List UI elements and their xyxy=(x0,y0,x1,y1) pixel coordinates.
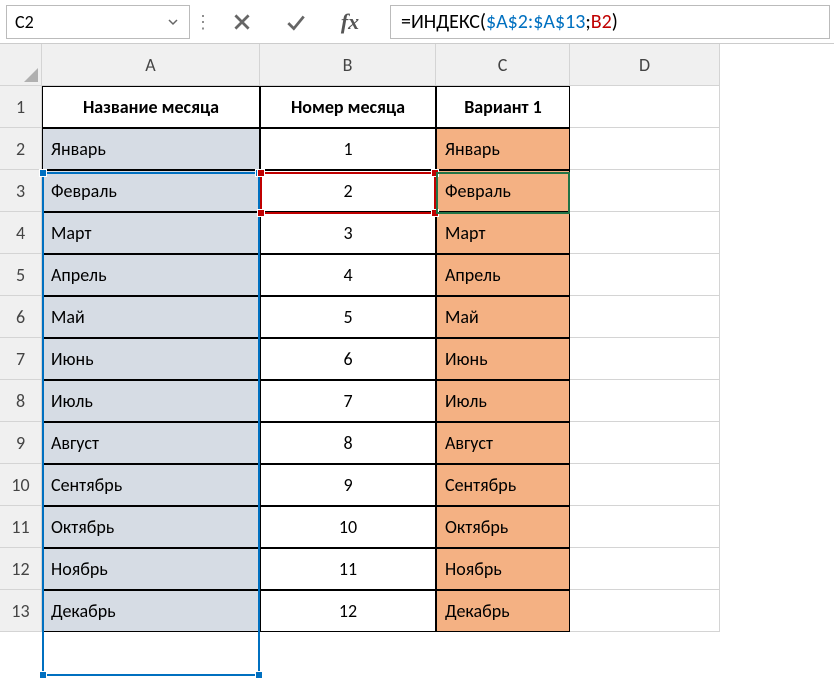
worksheet-wrapper: A B C D 1 Название месяца Номер месяца В… xyxy=(0,44,834,632)
row-header[interactable]: 1 xyxy=(0,86,42,128)
formula-bar: C2 ⋮ fx =ИНДЕКС($A$2:$A$13;B2) xyxy=(0,0,834,44)
cell-c3[interactable]: Февраль xyxy=(436,170,570,212)
cell-c5[interactable]: Апрель xyxy=(436,254,570,296)
col-header-b[interactable]: B xyxy=(260,44,436,86)
cell-d13[interactable] xyxy=(570,590,720,632)
row-header[interactable]: 8 xyxy=(0,380,42,422)
col-header-d[interactable]: D xyxy=(570,44,720,86)
cell-a5[interactable]: Апрель xyxy=(42,254,260,296)
cell-c12[interactable]: Ноябрь xyxy=(436,548,570,590)
cell-b9[interactable]: 8 xyxy=(260,422,436,464)
cell-a4[interactable]: Март xyxy=(42,212,260,254)
row-header[interactable]: 12 xyxy=(0,548,42,590)
worksheet-grid[interactable]: A B C D 1 Название месяца Номер месяца В… xyxy=(0,44,834,632)
cell-b12[interactable]: 11 xyxy=(260,548,436,590)
cell-d5[interactable] xyxy=(570,254,720,296)
formula-bar-buttons: fx xyxy=(220,8,372,36)
formula-text-prefix: =ИНДЕКС( xyxy=(401,10,486,34)
row-header[interactable]: 6 xyxy=(0,296,42,338)
cell-d6[interactable] xyxy=(570,296,720,338)
cell-a6[interactable]: Май xyxy=(42,296,260,338)
row-header[interactable]: 3 xyxy=(0,170,42,212)
row-header[interactable]: 4 xyxy=(0,212,42,254)
cell-c6[interactable]: Май xyxy=(436,296,570,338)
cell-b6[interactable]: 5 xyxy=(260,296,436,338)
cancel-icon[interactable] xyxy=(228,8,256,36)
fx-icon[interactable]: fx xyxy=(336,8,364,36)
formula-ref-a: $A$2:$A$13 xyxy=(486,10,585,34)
cell-a2[interactable]: Январь xyxy=(42,128,260,170)
enter-icon[interactable] xyxy=(282,8,310,36)
cell-d3[interactable] xyxy=(570,170,720,212)
cell-a12[interactable]: Ноябрь xyxy=(42,548,260,590)
cell-b2[interactable]: 1 xyxy=(260,128,436,170)
cell-a11[interactable]: Октябрь xyxy=(42,506,260,548)
cell-c8[interactable]: Июль xyxy=(436,380,570,422)
cell-a8[interactable]: Июль xyxy=(42,380,260,422)
cell-d8[interactable] xyxy=(570,380,720,422)
name-box[interactable]: C2 xyxy=(6,5,190,39)
row-header[interactable]: 2 xyxy=(0,128,42,170)
row-header[interactable]: 7 xyxy=(0,338,42,380)
divider: ⋮ xyxy=(200,7,206,37)
cell-d2[interactable] xyxy=(570,128,720,170)
cell-b3[interactable]: 2 xyxy=(260,170,436,212)
chevron-down-icon[interactable] xyxy=(165,14,181,30)
cell-d9[interactable] xyxy=(570,422,720,464)
cell-d1[interactable] xyxy=(570,86,720,128)
cell-d7[interactable] xyxy=(570,338,720,380)
formula-suffix: ) xyxy=(612,10,618,34)
cell-a13[interactable]: Декабрь xyxy=(42,590,260,632)
cell-c1[interactable]: Вариант 1 xyxy=(436,86,570,128)
cell-b1[interactable]: Номер месяца xyxy=(260,86,436,128)
cell-c4[interactable]: Март xyxy=(436,212,570,254)
name-box-value: C2 xyxy=(15,11,165,33)
col-header-c[interactable]: C xyxy=(436,44,570,86)
cell-d11[interactable] xyxy=(570,506,720,548)
formula-input[interactable]: =ИНДЕКС($A$2:$A$13;B2) xyxy=(390,5,830,39)
cell-c2[interactable]: Январь xyxy=(436,128,570,170)
col-header-a[interactable]: A xyxy=(42,44,260,86)
cell-d12[interactable] xyxy=(570,548,720,590)
cell-b5[interactable]: 4 xyxy=(260,254,436,296)
cell-d10[interactable] xyxy=(570,464,720,506)
cell-d4[interactable] xyxy=(570,212,720,254)
cell-c9[interactable]: Август xyxy=(436,422,570,464)
row-header[interactable]: 5 xyxy=(0,254,42,296)
cell-b10[interactable]: 9 xyxy=(260,464,436,506)
row-header[interactable]: 10 xyxy=(0,464,42,506)
row-header[interactable]: 13 xyxy=(0,590,42,632)
cell-a3[interactable]: Февраль xyxy=(42,170,260,212)
cell-b11[interactable]: 10 xyxy=(260,506,436,548)
row-header[interactable]: 9 xyxy=(0,422,42,464)
select-all-corner[interactable] xyxy=(0,44,42,86)
cell-c10[interactable]: Сентябрь xyxy=(436,464,570,506)
cell-a9[interactable]: Август xyxy=(42,422,260,464)
cell-b8[interactable]: 7 xyxy=(260,380,436,422)
cell-b7[interactable]: 6 xyxy=(260,338,436,380)
row-header[interactable]: 11 xyxy=(0,506,42,548)
cell-a1[interactable]: Название месяца xyxy=(42,86,260,128)
cell-a7[interactable]: Июнь xyxy=(42,338,260,380)
cell-b13[interactable]: 12 xyxy=(260,590,436,632)
cell-c13[interactable]: Декабрь xyxy=(436,590,570,632)
formula-ref-b: B2 xyxy=(591,10,612,34)
cell-a10[interactable]: Сентябрь xyxy=(42,464,260,506)
cell-b4[interactable]: 3 xyxy=(260,212,436,254)
cell-c11[interactable]: Октябрь xyxy=(436,506,570,548)
cell-c7[interactable]: Июнь xyxy=(436,338,570,380)
